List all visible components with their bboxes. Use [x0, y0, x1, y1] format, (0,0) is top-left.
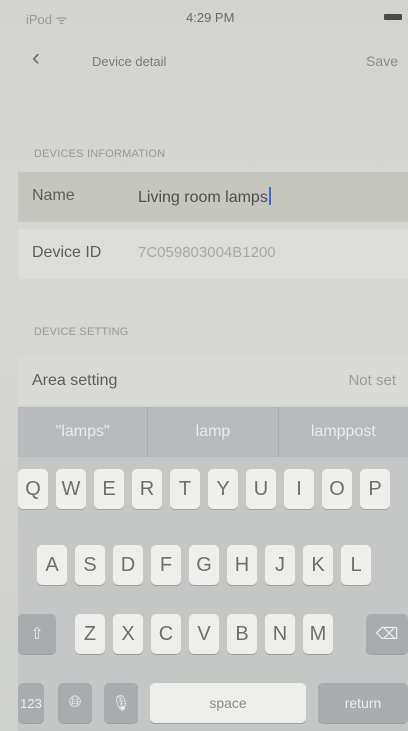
key-r[interactable]: R	[132, 469, 162, 509]
name-label: Name	[32, 187, 75, 204]
numbers-key[interactable]: 123	[18, 683, 44, 723]
suggestion-2[interactable]: lamp	[148, 407, 279, 457]
autocorrect-suggestion-bar: "lamps" lamp lamppost	[18, 407, 408, 457]
status-time: 4:29 PM	[186, 10, 235, 25]
page-title: Device detail	[92, 54, 167, 69]
save-button[interactable]: Save	[366, 53, 398, 69]
device-detail-screen: iPod ᯤ 4:29 PM ‹ Device detail Save DEVI…	[0, 0, 408, 731]
device-id-row: Device ID 7C059803004B1200	[18, 229, 408, 279]
key-q[interactable]: Q	[18, 469, 48, 509]
device-id-value: 7C059803004B1200	[138, 244, 276, 261]
key-f[interactable]: F	[151, 545, 181, 585]
name-input-text: Living room lamps	[138, 189, 268, 206]
area-setting-row[interactable]: Area setting Not set	[18, 357, 408, 405]
key-c[interactable]: C	[151, 614, 181, 654]
keyboard: Q W E R T Y U I O P A S D F G H J K L ⇧ …	[18, 457, 408, 731]
key-v[interactable]: V	[189, 614, 219, 654]
key-z[interactable]: Z	[75, 614, 105, 654]
key-a[interactable]: A	[37, 545, 67, 585]
key-k[interactable]: K	[303, 545, 333, 585]
key-s[interactable]: S	[75, 545, 105, 585]
globe-key[interactable]: 🌐︎	[58, 683, 92, 723]
navigation-bar: ‹ Device detail Save	[0, 40, 408, 84]
key-t[interactable]: T	[170, 469, 200, 509]
area-setting-label: Area setting	[32, 372, 118, 389]
key-i[interactable]: I	[284, 469, 314, 509]
key-y[interactable]: Y	[208, 469, 238, 509]
key-w[interactable]: W	[56, 469, 86, 509]
space-key[interactable]: space	[150, 683, 306, 723]
chevron-left-icon[interactable]: ‹	[32, 44, 40, 72]
name-input[interactable]: Living room lamps	[138, 187, 271, 207]
key-p[interactable]: P	[360, 469, 390, 509]
dictation-key[interactable]: 🎙︎	[104, 683, 138, 723]
text-caret	[268, 187, 271, 205]
area-setting-value: Not set	[348, 372, 396, 389]
delete-key[interactable]: ⌫	[366, 614, 408, 654]
key-n[interactable]: N	[265, 614, 295, 654]
battery-icon	[384, 14, 402, 20]
section-header-devices-information: DEVICES INFORMATION	[34, 148, 166, 160]
status-bar: iPod ᯤ 4:29 PM	[0, 0, 408, 40]
name-field-row[interactable]: Name Living room lamps	[18, 172, 408, 222]
key-m[interactable]: M	[303, 614, 333, 654]
carrier-label: iPod ᯤ	[26, 12, 68, 27]
key-l[interactable]: L	[341, 545, 371, 585]
microphone-icon: 🎙︎	[111, 695, 131, 712]
device-id-label: Device ID	[32, 244, 102, 261]
key-u[interactable]: U	[246, 469, 276, 509]
globe-icon: 🌐︎	[68, 694, 82, 711]
key-d[interactable]: D	[113, 545, 143, 585]
section-header-device-setting: DEVICE SETTING	[34, 326, 129, 338]
key-g[interactable]: G	[189, 545, 219, 585]
key-h[interactable]: H	[227, 545, 257, 585]
shift-icon: ⇧	[30, 626, 44, 643]
key-x[interactable]: X	[113, 614, 143, 654]
key-e[interactable]: E	[94, 469, 124, 509]
key-o[interactable]: O	[322, 469, 352, 509]
suggestion-3[interactable]: lamppost	[279, 407, 408, 457]
delete-icon: ⌫	[375, 626, 399, 643]
return-key[interactable]: return	[318, 683, 408, 723]
shift-key[interactable]: ⇧	[18, 614, 56, 654]
suggestion-1[interactable]: "lamps"	[18, 407, 149, 457]
key-j[interactable]: J	[265, 545, 295, 585]
key-b[interactable]: B	[227, 614, 257, 654]
